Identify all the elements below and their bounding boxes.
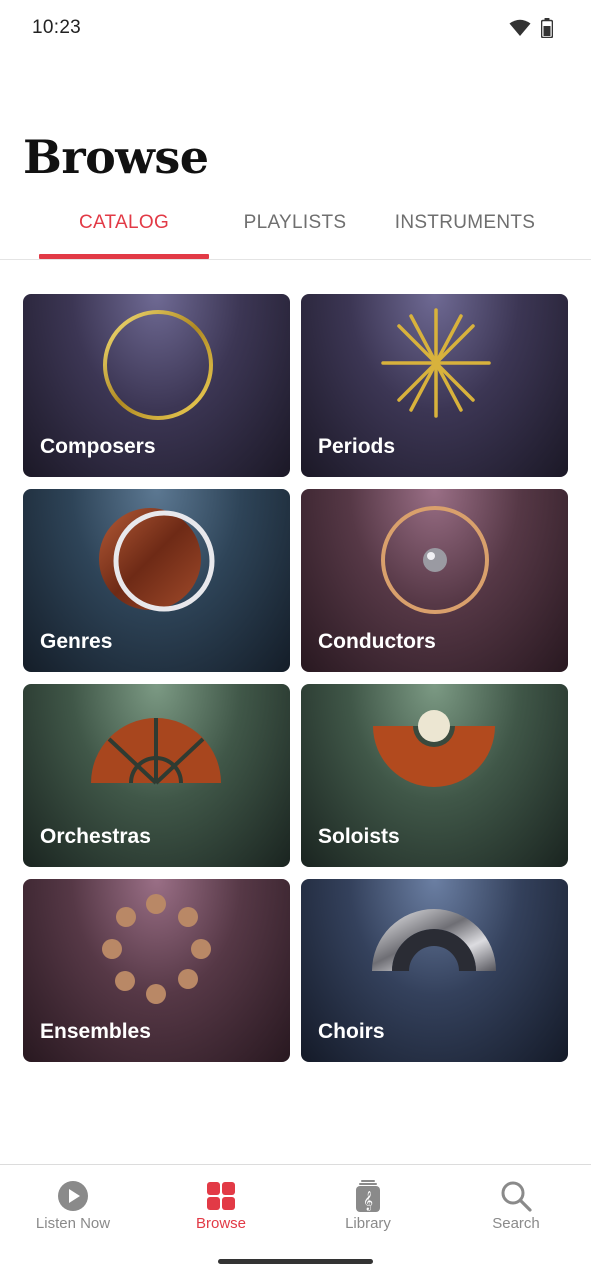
- nav-browse[interactable]: Browse: [161, 1179, 281, 1232]
- nav-listen-now[interactable]: Listen Now: [13, 1179, 133, 1232]
- tile-label: Choirs: [318, 1020, 385, 1043]
- svg-text:𝄞: 𝄞: [363, 1191, 373, 1211]
- status-time: 10:23: [32, 17, 82, 38]
- tile-label: Composers: [40, 435, 156, 458]
- category-grid: Composers Periods Genres Conductors Orch…: [23, 294, 568, 1062]
- tile-label: Orchestras: [40, 825, 151, 848]
- nav-search[interactable]: Search: [456, 1179, 576, 1232]
- tab-playlists[interactable]: PLAYLISTS: [210, 212, 380, 234]
- category-tile-orchestras[interactable]: Orchestras: [23, 684, 290, 867]
- category-tile-ensembles[interactable]: Ensembles: [23, 879, 290, 1062]
- tile-label: Ensembles: [40, 1020, 151, 1043]
- battery-icon: [541, 18, 553, 38]
- category-tile-periods[interactable]: Periods: [301, 294, 568, 477]
- nav-library[interactable]: 𝄞 Library: [308, 1179, 428, 1232]
- category-tile-genres[interactable]: Genres: [23, 489, 290, 672]
- tile-label: Conductors: [318, 630, 436, 653]
- nav-label: Library: [345, 1215, 391, 1232]
- status-bar: 10:23: [0, 0, 591, 58]
- search-icon: [501, 1181, 532, 1212]
- category-tile-soloists[interactable]: Soloists: [301, 684, 568, 867]
- tile-label: Periods: [318, 435, 396, 458]
- nav-label: Listen Now: [35, 1215, 111, 1232]
- nav-label: Search: [492, 1215, 540, 1232]
- tab-catalog[interactable]: CATALOG: [40, 212, 208, 234]
- category-tile-conductors[interactable]: Conductors: [301, 489, 568, 672]
- grid-icon: [207, 1182, 235, 1210]
- page-title: Browse: [23, 130, 209, 184]
- tab-bar: CATALOG PLAYLISTS INSTRUMENTS: [0, 200, 591, 260]
- play-icon: [58, 1181, 88, 1211]
- wifi-icon: [509, 19, 531, 36]
- tab-instruments[interactable]: INSTRUMENTS: [380, 212, 550, 234]
- category-tile-choirs[interactable]: Choirs: [301, 879, 568, 1062]
- home-indicator: [218, 1259, 373, 1264]
- nav-label: Browse: [195, 1215, 247, 1232]
- category-tile-composers[interactable]: Composers: [23, 294, 290, 477]
- active-tab-indicator: [39, 254, 209, 259]
- status-icons: [509, 18, 553, 38]
- tile-label: Genres: [40, 630, 113, 653]
- tile-label: Soloists: [318, 825, 400, 848]
- library-icon: 𝄞: [356, 1180, 380, 1212]
